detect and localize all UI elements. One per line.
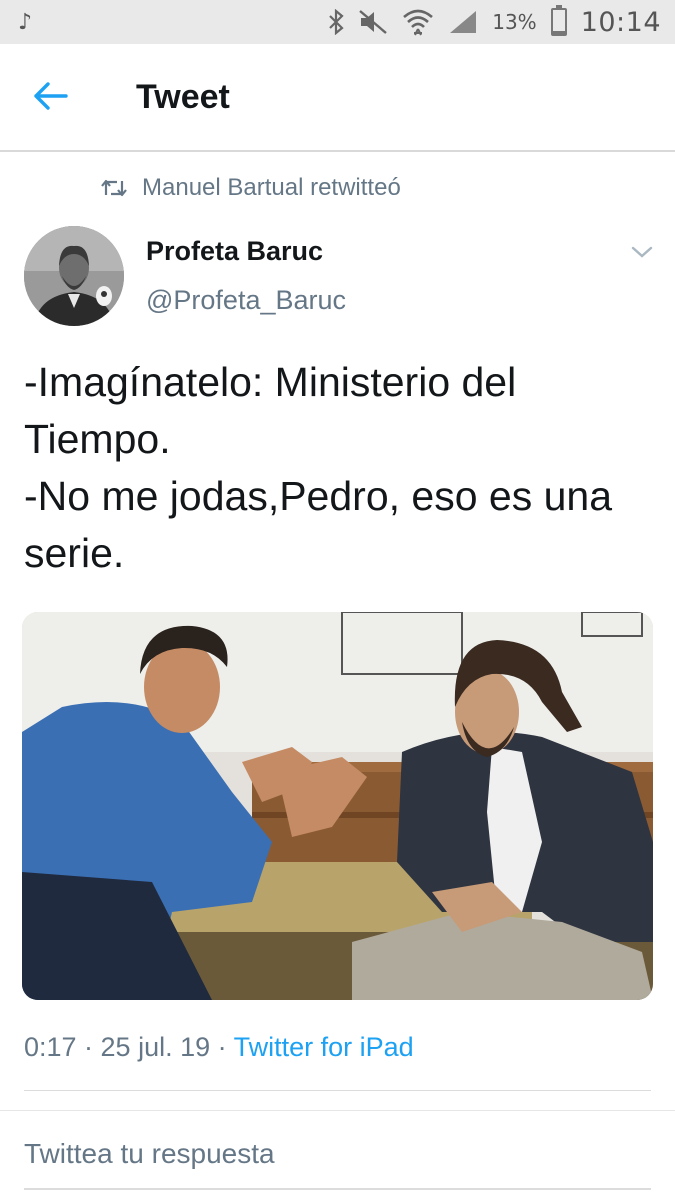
retweet-icon — [101, 179, 127, 197]
page-title: Tweet — [136, 78, 230, 116]
clock: 10:14 — [580, 6, 661, 38]
signal-icon — [450, 11, 477, 33]
retweet-context-label: Manuel Bartual retwitteó — [142, 174, 401, 201]
tweet-timestamp: 0:17 · 25 jul. 19 · — [24, 1032, 234, 1062]
app-header: Tweet — [0, 44, 675, 152]
reply-underline — [24, 1188, 651, 1190]
divider — [0, 1110, 675, 1111]
tiktok-icon: ♪ — [18, 10, 33, 35]
tweet-text: -Imagínatelo: Ministerio del Tiempo. -No… — [24, 359, 612, 576]
mute-icon — [359, 10, 388, 34]
avatar[interactable] — [24, 226, 124, 326]
divider — [24, 1090, 651, 1091]
author-name[interactable]: Profeta Baruc — [146, 236, 323, 267]
author-handle[interactable]: @Profeta_Baruc — [146, 285, 346, 316]
status-bar: ♪ 13% 10:14 — [0, 0, 675, 44]
bluetooth-icon — [329, 9, 344, 35]
chevron-down-icon[interactable] — [630, 243, 654, 261]
battery-percent: 13% — [492, 10, 537, 34]
retweet-context[interactable]: Manuel Bartual retwitteó — [100, 172, 401, 204]
tweet-source-link[interactable]: Twitter for iPad — [234, 1032, 414, 1062]
wifi-icon — [403, 9, 434, 36]
reply-input[interactable]: Twittea tu respuesta — [24, 1138, 275, 1170]
tweet-meta: 0:17 · 25 jul. 19 · Twitter for iPad — [24, 1032, 414, 1063]
battery-icon — [550, 5, 567, 36]
back-arrow-icon[interactable] — [30, 78, 70, 114]
tweet-photo[interactable] — [22, 612, 653, 1000]
